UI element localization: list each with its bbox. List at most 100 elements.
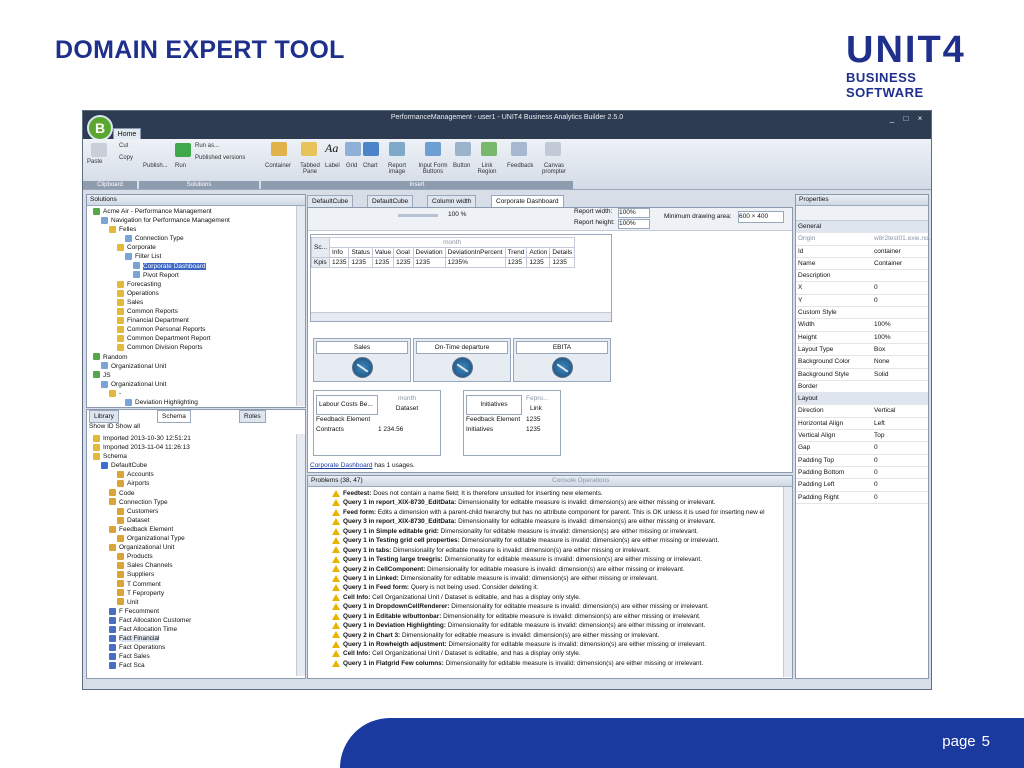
tree-item[interactable]: Fact Allocation Customer [89,616,291,625]
problem-item[interactable]: Query 1 in tabs: Dimensionality for edit… [332,546,780,555]
property-row[interactable]: Direction Vertical [796,405,928,418]
tree-item[interactable]: - [89,389,291,398]
property-value[interactable]: Vertical [874,405,895,416]
input-form-buttons-icon[interactable] [425,142,441,156]
grid-cell[interactable]: 1235% [444,257,506,268]
maximize-icon[interactable]: □ [901,114,911,123]
kpi-tile-sales[interactable]: Sales [313,338,411,382]
min-draw-select[interactable]: 600 × 400 [738,211,784,223]
grid-component[interactable]: Sc... month Info Status Value Goal Devia… [310,234,612,322]
tab-schema[interactable]: Schema [157,410,191,423]
problem-item[interactable]: Query 1 in Rowheigth adjustment: Dimensi… [332,640,780,649]
property-value[interactable]: 0 [874,492,878,503]
tree-item[interactable]: Customers [89,507,291,516]
property-value[interactable]: container [874,246,901,257]
property-category[interactable]: General [796,221,928,234]
tree-item[interactable]: Code [89,489,291,498]
app-logo-icon[interactable]: B [87,115,113,141]
cut-button[interactable]: Cut [119,143,128,149]
tree-item[interactable]: Felles [89,225,291,234]
tree-item[interactable]: Organizational Unit [89,543,291,552]
grid-button[interactable]: Grid [346,163,357,169]
tree-item[interactable]: Products [89,552,291,561]
tree-item[interactable]: Fact Sca [89,661,291,670]
problem-item[interactable]: Query 1 in Testing grid cell properties:… [332,536,780,545]
tree-item[interactable]: Common Reports [89,307,291,316]
problem-item[interactable]: Query 1 in Testing large treegris: Dimen… [332,555,780,564]
problem-item[interactable]: Query 3 in report_XIX-8730_EditData: Dim… [332,517,780,526]
grid-icon[interactable] [345,142,361,156]
grid-cell[interactable]: 1235 [412,257,446,268]
minimize-icon[interactable]: _ [887,114,897,123]
problem-item[interactable]: Cell Info: Cell Organizational Unit / Da… [332,593,780,602]
tab-library[interactable]: Library [89,410,119,423]
tabbed-pane-icon[interactable] [301,142,317,156]
grid-cell[interactable]: 1235 [526,257,551,268]
button-button[interactable]: Button [453,163,470,169]
property-row[interactable]: Padding Bottom 0 [796,467,928,480]
grid-cell[interactable]: 1235 [371,257,395,268]
link-region-icon[interactable] [481,142,497,156]
usage-link[interactable]: Corporate Dashboard [310,462,373,469]
button-icon[interactable] [455,142,471,156]
property-row[interactable]: Id container [796,246,928,258]
tree-item[interactable]: Imported 2013-11-04 11:26:13 [89,443,291,452]
labour-value[interactable]: 1 234.56 [378,426,403,433]
tree-item[interactable]: Navigation for Performance Management [89,216,291,225]
paste-button[interactable]: Paste [87,159,102,165]
property-row[interactable]: Vertical Align Top [796,430,928,443]
property-row[interactable]: Padding Top 0 [796,455,928,467]
problem-item[interactable]: Query 1 in Flatgrid Few columns: Dimensi… [332,659,780,668]
solutions-scrollbar[interactable] [296,206,305,406]
problem-item[interactable]: Query 2 in CellComponent: Dimensionality… [332,565,780,574]
tree-item[interactable]: Imported 2013-10-30 12:51:21 [89,434,291,443]
problem-item[interactable]: Query 1 in report_XIX-8730_EditData: Dim… [332,498,780,507]
property-row[interactable]: Background Color None [796,356,928,369]
property-row[interactable]: Y0 [796,295,928,308]
chart-button[interactable]: Chart [363,163,378,169]
report-image-button[interactable]: Report image [385,163,409,175]
tabbed-pane-button[interactable]: Tabbed Pane [297,163,323,175]
property-row[interactable]: Gap 0 [796,442,928,455]
property-value[interactable]: 100% [874,332,891,343]
tree-item[interactable]: DefaultCube [89,461,291,470]
problem-item[interactable]: Cell Info: Cell Organizational Unit / Da… [332,649,780,658]
input-form-buttons-button[interactable]: Input Form Buttons [415,163,451,175]
property-value[interactable]: 100% [874,319,891,330]
close-icon[interactable]: × [915,114,925,123]
canvas-prompter-button[interactable]: Canvas prompter [539,163,569,175]
initiatives-value-1[interactable]: 1235 [526,416,540,423]
tree-item[interactable]: Filter List [89,252,291,261]
grid-cell[interactable]: 1235 [348,257,373,268]
tree-item[interactable]: T Feproperty [89,589,291,598]
grid-h-scrollbar[interactable] [311,312,611,321]
property-row[interactable]: Description [796,270,928,283]
initiatives-value-2[interactable]: 1235 [526,426,540,433]
report-image-icon[interactable] [389,142,405,156]
label-button[interactable]: Label [325,163,340,169]
report-height-input[interactable]: 100% [618,219,650,229]
grid-cell[interactable]: 1235 [393,257,414,268]
tree-item[interactable]: Sales [89,298,291,307]
property-row[interactable]: Horizontal Align Left [796,418,928,431]
run-icon[interactable] [175,143,191,157]
show-id-button[interactable]: Show ID [89,423,114,430]
problems-scrollbar[interactable] [783,487,792,677]
schema-scrollbar[interactable] [296,434,305,676]
problem-item[interactable]: Query 1 in DropdownCellRenderer: Dimensi… [332,602,780,611]
property-value[interactable]: Left [874,418,885,429]
tree-item[interactable]: Feedback Element [89,525,291,534]
tree-item[interactable]: Fact Operations [89,643,291,652]
tab-roles[interactable]: Roles [239,410,266,423]
property-value[interactable]: 0 [874,467,878,478]
tree-item[interactable]: Organizational Type [89,534,291,543]
tree-item[interactable]: Dataset [89,516,291,525]
property-row[interactable]: Width 100% [796,319,928,332]
property-value[interactable]: 0 [874,295,878,306]
problem-item[interactable]: Feed form: Edits a dimension with a pare… [332,508,780,517]
tree-item[interactable]: Financial Department [89,316,291,325]
tree-item[interactable]: Sales Channels [89,561,291,570]
tree-item[interactable]: Random [89,353,291,362]
property-value[interactable]: 0 [874,479,878,490]
canvas-prompter-icon[interactable] [545,142,561,156]
